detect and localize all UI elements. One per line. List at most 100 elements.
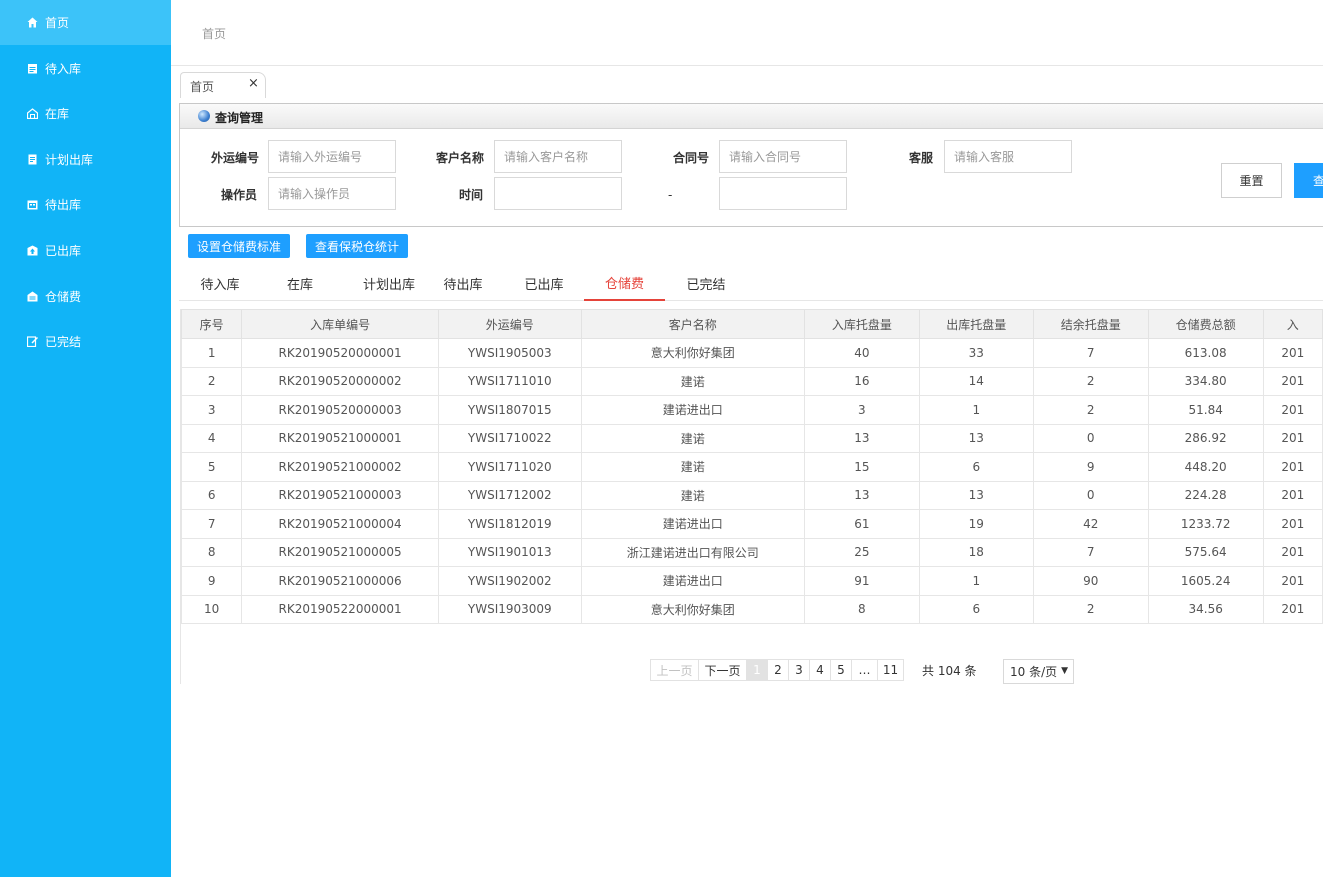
sidebar-item-pending-outbound[interactable]: 待出库 bbox=[0, 182, 171, 227]
table-cell: RK20190521000002 bbox=[241, 452, 439, 482]
sidebar-item-pending-inbound[interactable]: 待入库 bbox=[0, 46, 171, 91]
table-row[interactable]: 10 RK20190522000001 YWSI1903009 意大利你好集团 8 6 2 3… bbox=[181, 594, 1323, 624]
table-row[interactable]: 8 RK20190521000005 YWSI1901013 浙江建诺进出口有限公司 2… bbox=[181, 537, 1323, 567]
query-button[interactable]: 查 bbox=[1294, 163, 1323, 198]
time-end-input[interactable] bbox=[719, 177, 847, 210]
reset-button[interactable]: 重置 bbox=[1221, 163, 1282, 198]
close-icon[interactable]: × bbox=[248, 76, 259, 91]
sidebar-item-label: 计划出库 bbox=[45, 153, 94, 167]
status-tabs: 待入库 在库 计划出库 待出库 已出库 仓储费 已完结 bbox=[179, 266, 1323, 301]
table-cell: 意大利你好集团 bbox=[581, 338, 805, 368]
tab-pending-inbound[interactable]: 待入库 bbox=[189, 266, 251, 301]
table-cell: YWSI1710022 bbox=[438, 423, 582, 453]
table-row[interactable]: 7 RK20190521000004 YWSI1812019 建诺进出口 61 19 42 1… bbox=[181, 509, 1323, 539]
table-cell: 8 bbox=[181, 537, 243, 567]
table-cell: 51.84 bbox=[1148, 395, 1264, 425]
next-page-button[interactable]: 下一页 bbox=[698, 659, 747, 681]
column-header: 仓储费总额 bbox=[1147, 309, 1264, 339]
table-row[interactable]: 6 RK20190521000003 YWSI1712002 建诺 13 13 0 224.2… bbox=[181, 480, 1323, 510]
page-tab-label: 首页 bbox=[190, 80, 215, 94]
table-cell: 14 bbox=[919, 366, 1034, 396]
table-cell: 建诺进出口 bbox=[581, 509, 805, 539]
table-cell: 201 bbox=[1263, 509, 1323, 539]
edit-check-icon bbox=[27, 336, 38, 347]
tab-planned-outbound[interactable]: 计划出库 bbox=[349, 266, 429, 301]
table-cell: 61 bbox=[804, 509, 920, 539]
table-cell: 201 bbox=[1263, 366, 1323, 396]
time-start-input[interactable] bbox=[494, 177, 622, 210]
table-cell: 2 bbox=[1033, 594, 1149, 624]
page-size-select[interactable]: 10 条/页 ▼ bbox=[1003, 659, 1074, 684]
column-header: 入库托盘量 bbox=[803, 309, 920, 339]
sidebar-item-shipped[interactable]: 已出库 bbox=[0, 228, 171, 273]
table-cell: RK20190521000001 bbox=[241, 423, 439, 453]
table-cell: 建诺进出口 bbox=[581, 395, 805, 425]
table-row[interactable]: 1 RK20190520000001 YWSI1905003 意大利你好集团 40 33 7… bbox=[181, 338, 1323, 368]
table-cell: 201 bbox=[1263, 338, 1323, 368]
panel-header: 查询管理 bbox=[180, 104, 1323, 129]
table-row[interactable]: 2 RK20190520000002 YWSI1711010 建诺 16 14 2 334.8… bbox=[181, 366, 1323, 396]
sidebar-item-in-stock[interactable]: 在库 bbox=[0, 91, 171, 136]
table-cell: 10 bbox=[181, 594, 243, 624]
prev-page-button[interactable]: 上一页 bbox=[650, 659, 699, 681]
table-cell: YWSI1711020 bbox=[438, 452, 582, 482]
data-table-wrapper: 序号 入库单编号 外运编号 客户名称 入库托盘量 出库托盘量 结余托盘量 仓储费总额入 1 RK… bbox=[180, 309, 1323, 684]
sidebar-item-home[interactable]: 首页 bbox=[0, 0, 171, 45]
waybill-label: 外运编号 bbox=[211, 151, 260, 165]
page-button[interactable]: 3 bbox=[788, 659, 810, 681]
table-cell: RK20190520000003 bbox=[241, 395, 439, 425]
customer-label: 客户名称 bbox=[436, 151, 485, 165]
breadcrumb[interactable]: 首页 bbox=[202, 25, 226, 42]
page-button[interactable]: 5 bbox=[830, 659, 852, 681]
tab-in-stock[interactable]: 在库 bbox=[269, 266, 331, 301]
sidebar-item-label: 在库 bbox=[45, 107, 70, 121]
table-cell: YWSI1905003 bbox=[438, 338, 582, 368]
table-cell: RK20190520000002 bbox=[241, 366, 439, 396]
table-cell: 16 bbox=[804, 366, 920, 396]
table-cell: 8 bbox=[804, 594, 920, 624]
table-row[interactable]: 5 RK20190521000002 YWSI1711020 建诺 15 6 9 448.20… bbox=[181, 452, 1323, 482]
tab-pending-outbound[interactable]: 待出库 bbox=[433, 266, 493, 301]
tab-storage-fee[interactable]: 仓储费 bbox=[584, 266, 665, 301]
table-cell: 建诺 bbox=[581, 423, 805, 453]
page-button-last[interactable]: 11 bbox=[877, 659, 904, 681]
view-bonded-stats-button[interactable]: 查看保税仓统计 bbox=[306, 234, 408, 258]
table-row[interactable]: 9 RK20190521000006 YWSI1902002 建诺进出口 91 1 90 16… bbox=[181, 566, 1323, 596]
contract-input[interactable] bbox=[719, 140, 847, 173]
sidebar-item-storage-fee[interactable]: 仓储费 bbox=[0, 274, 171, 319]
table-cell: 9 bbox=[181, 566, 243, 596]
page-button[interactable]: 2 bbox=[767, 659, 789, 681]
column-header: 客户名称 bbox=[580, 309, 805, 339]
page-button[interactable]: 4 bbox=[809, 659, 831, 681]
page-size-value: 10 条/页 bbox=[1010, 665, 1058, 679]
waybill-input[interactable] bbox=[268, 140, 396, 173]
tab-shipped[interactable]: 已出库 bbox=[513, 266, 575, 301]
table-cell: YWSI1812019 bbox=[438, 509, 582, 539]
operator-label: 操作员 bbox=[221, 188, 258, 202]
table-cell: 201 bbox=[1263, 594, 1323, 624]
page-button-current[interactable]: 1 bbox=[746, 659, 768, 681]
calendar-icon bbox=[27, 199, 38, 210]
table-cell: 建诺 bbox=[581, 366, 805, 396]
column-header: 出库托盘量 bbox=[918, 309, 1034, 339]
operator-input[interactable] bbox=[268, 177, 396, 210]
sidebar-item-completed[interactable]: 已完结 bbox=[0, 319, 171, 364]
table-row[interactable]: 4 RK20190521000001 YWSI1710022 建诺 13 13 0 286.9… bbox=[181, 423, 1323, 453]
pagination: 上一页 下一页 1 2 3 4 5 … 11 bbox=[650, 659, 904, 681]
table-cell: YWSI1807015 bbox=[438, 395, 582, 425]
column-header: 入库单编号 bbox=[241, 309, 439, 339]
warehouse-icon bbox=[27, 108, 38, 119]
table-cell: 13 bbox=[919, 423, 1034, 453]
table-cell: 5 bbox=[181, 452, 243, 482]
table-cell: 34.56 bbox=[1148, 594, 1264, 624]
customer-input[interactable] bbox=[494, 140, 622, 173]
table-cell: 2 bbox=[181, 366, 243, 396]
service-input[interactable] bbox=[944, 140, 1072, 173]
table-cell: 6 bbox=[919, 452, 1034, 482]
table-cell: 613.08 bbox=[1148, 338, 1264, 368]
sidebar-item-planned-outbound[interactable]: 计划出库 bbox=[0, 137, 171, 182]
page-tab-home[interactable]: 首页 × bbox=[180, 72, 266, 98]
tab-completed[interactable]: 已完结 bbox=[675, 266, 737, 301]
set-fee-standard-button[interactable]: 设置仓储费标准 bbox=[188, 234, 290, 258]
table-row[interactable]: 3 RK20190520000003 YWSI1807015 建诺进出口 3 1 2 51.8… bbox=[181, 395, 1323, 425]
